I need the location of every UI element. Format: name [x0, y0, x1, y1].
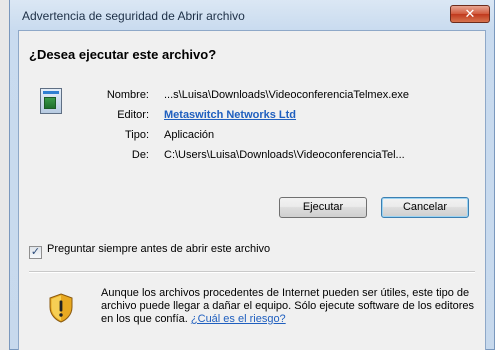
info-row-from: De: C:\Users\Luisa\Downloads\Videoconfer… — [19, 149, 487, 167]
info-row-name: Nombre: ...s\Luisa\Downloads\Videoconfer… — [19, 89, 487, 107]
always-ask-label[interactable]: Preguntar siempre antes de abrir este ar… — [47, 243, 317, 256]
cancel-button-label: Cancelar — [402, 201, 448, 213]
dialog-body: ¿Desea ejecutar este archivo? Nombre: ..… — [18, 30, 486, 350]
info-row-publisher: Editor: Metaswitch Networks Ltd — [19, 109, 487, 127]
check-icon: ✓ — [30, 246, 41, 258]
run-button-label: Ejecutar — [302, 201, 344, 213]
always-ask-checkbox[interactable]: ✓ — [29, 246, 42, 259]
dialog-window: Advertencia de seguridad de Abrir archiv… — [9, 0, 495, 350]
divider — [29, 271, 475, 273]
title-bar[interactable]: Advertencia de seguridad de Abrir archiv… — [10, 0, 494, 30]
from-label: De: — [131, 149, 149, 161]
type-value: Aplicación — [164, 129, 215, 141]
name-label: Nombre: — [106, 89, 149, 101]
close-button[interactable]: ✕ — [450, 5, 490, 23]
cancel-button[interactable]: Cancelar — [381, 197, 469, 218]
shield-warning-icon — [49, 293, 73, 323]
warning-text: Aunque los archivos procedentes de Inter… — [101, 287, 475, 325]
window-title: Advertencia de seguridad de Abrir archiv… — [22, 9, 245, 23]
info-row-type: Tipo: Aplicación — [19, 129, 487, 147]
from-value: C:\Users\Luisa\Downloads\Videoconferenci… — [164, 149, 405, 161]
name-value: ...s\Luisa\Downloads\VideoconferenciaTel… — [164, 89, 409, 101]
close-icon: ✕ — [464, 6, 476, 21]
run-button[interactable]: Ejecutar — [279, 197, 367, 218]
risk-link[interactable]: ¿Cuál es el riesgo? — [191, 313, 286, 325]
dialog-heading: ¿Desea ejecutar este archivo? — [29, 47, 217, 62]
warning-message: Aunque los archivos procedentes de Inter… — [101, 287, 477, 326]
publisher-link[interactable]: Metaswitch Networks Ltd — [164, 109, 296, 121]
type-label: Tipo: — [124, 129, 149, 141]
publisher-label: Editor: — [117, 109, 149, 121]
